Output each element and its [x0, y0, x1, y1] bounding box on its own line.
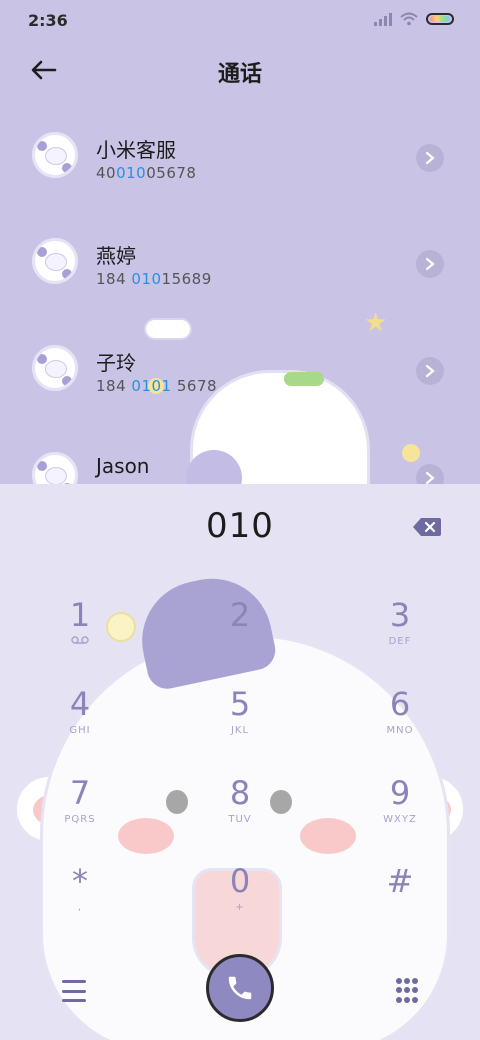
contact-detail-button[interactable]	[416, 357, 444, 385]
dialer-panel: 010 1 2 ABC 3 DEF 4 GHI 5 JKL 6 MNO 7 PQ…	[0, 484, 480, 1040]
avatar	[32, 132, 78, 178]
menu-button[interactable]	[62, 980, 86, 1002]
contact-detail-button[interactable]	[416, 464, 444, 484]
key-6[interactable]: 6 MNO	[340, 685, 460, 769]
phone-icon	[228, 976, 252, 1000]
key-hash[interactable]: #	[340, 862, 460, 946]
call-log-area: ★ 2:36 通话 小米客服 4001005678 燕婷 184 0101568…	[0, 0, 480, 484]
voicemail-icon	[20, 636, 140, 647]
contact-number: 184 0101 5678	[96, 377, 218, 395]
contact-row[interactable]: 子玲 184 0101 5678	[0, 317, 480, 423]
backspace-button[interactable]	[412, 516, 442, 538]
signal-icon	[374, 12, 392, 26]
status-bar: 2:36	[0, 0, 480, 42]
keypad: 1 2 ABC 3 DEF 4 GHI 5 JKL 6 MNO 7 PQRS 8…	[0, 596, 480, 956]
dialer-bottom-bar	[0, 950, 480, 1040]
key-star[interactable]: * ,	[20, 862, 140, 946]
key-3[interactable]: 3 DEF	[340, 596, 460, 680]
chevron-right-icon	[425, 151, 435, 165]
key-8[interactable]: 8 TUV	[180, 774, 300, 858]
chevron-right-icon	[425, 257, 435, 271]
avatar	[32, 452, 78, 484]
key-7[interactable]: 7 PQRS	[20, 774, 140, 858]
backspace-icon	[413, 518, 441, 536]
contact-name: 子玲	[96, 351, 136, 375]
contact-name: 小米客服	[96, 138, 176, 162]
contact-name: 燕婷	[96, 244, 136, 268]
contact-number: 4001005678	[96, 164, 197, 182]
status-time: 2:36	[28, 11, 68, 30]
key-1[interactable]: 1	[20, 596, 140, 680]
battery-icon	[426, 13, 454, 25]
contact-row[interactable]: Jason	[0, 424, 480, 484]
chevron-right-icon	[425, 471, 435, 484]
avatar	[32, 238, 78, 284]
dialpad-icon	[396, 978, 402, 984]
avatar	[32, 345, 78, 391]
key-9[interactable]: 9 WXYZ	[340, 774, 460, 858]
contact-detail-button[interactable]	[416, 144, 444, 172]
contact-detail-button[interactable]	[416, 250, 444, 278]
contact-row[interactable]: 燕婷 184 01015689	[0, 210, 480, 316]
key-4[interactable]: 4 GHI	[20, 685, 140, 769]
page-title: 通话	[217, 62, 262, 87]
call-button[interactable]	[206, 954, 274, 1022]
dialed-number: 010	[206, 506, 274, 546]
key-0[interactable]: 0 +	[180, 862, 300, 946]
menu-icon	[62, 980, 86, 983]
contact-name: Jason	[96, 454, 150, 478]
contact-row[interactable]: 小米客服 4001005678	[0, 104, 480, 210]
dialpad-toggle-button[interactable]	[396, 978, 418, 1004]
contact-number: 184 01015689	[96, 270, 212, 288]
status-icons	[374, 12, 454, 26]
header: 通话	[0, 42, 480, 98]
key-5[interactable]: 5 JKL	[180, 685, 300, 769]
wifi-icon	[400, 12, 418, 26]
key-2[interactable]: 2 ABC	[180, 596, 300, 680]
chevron-right-icon	[425, 364, 435, 378]
